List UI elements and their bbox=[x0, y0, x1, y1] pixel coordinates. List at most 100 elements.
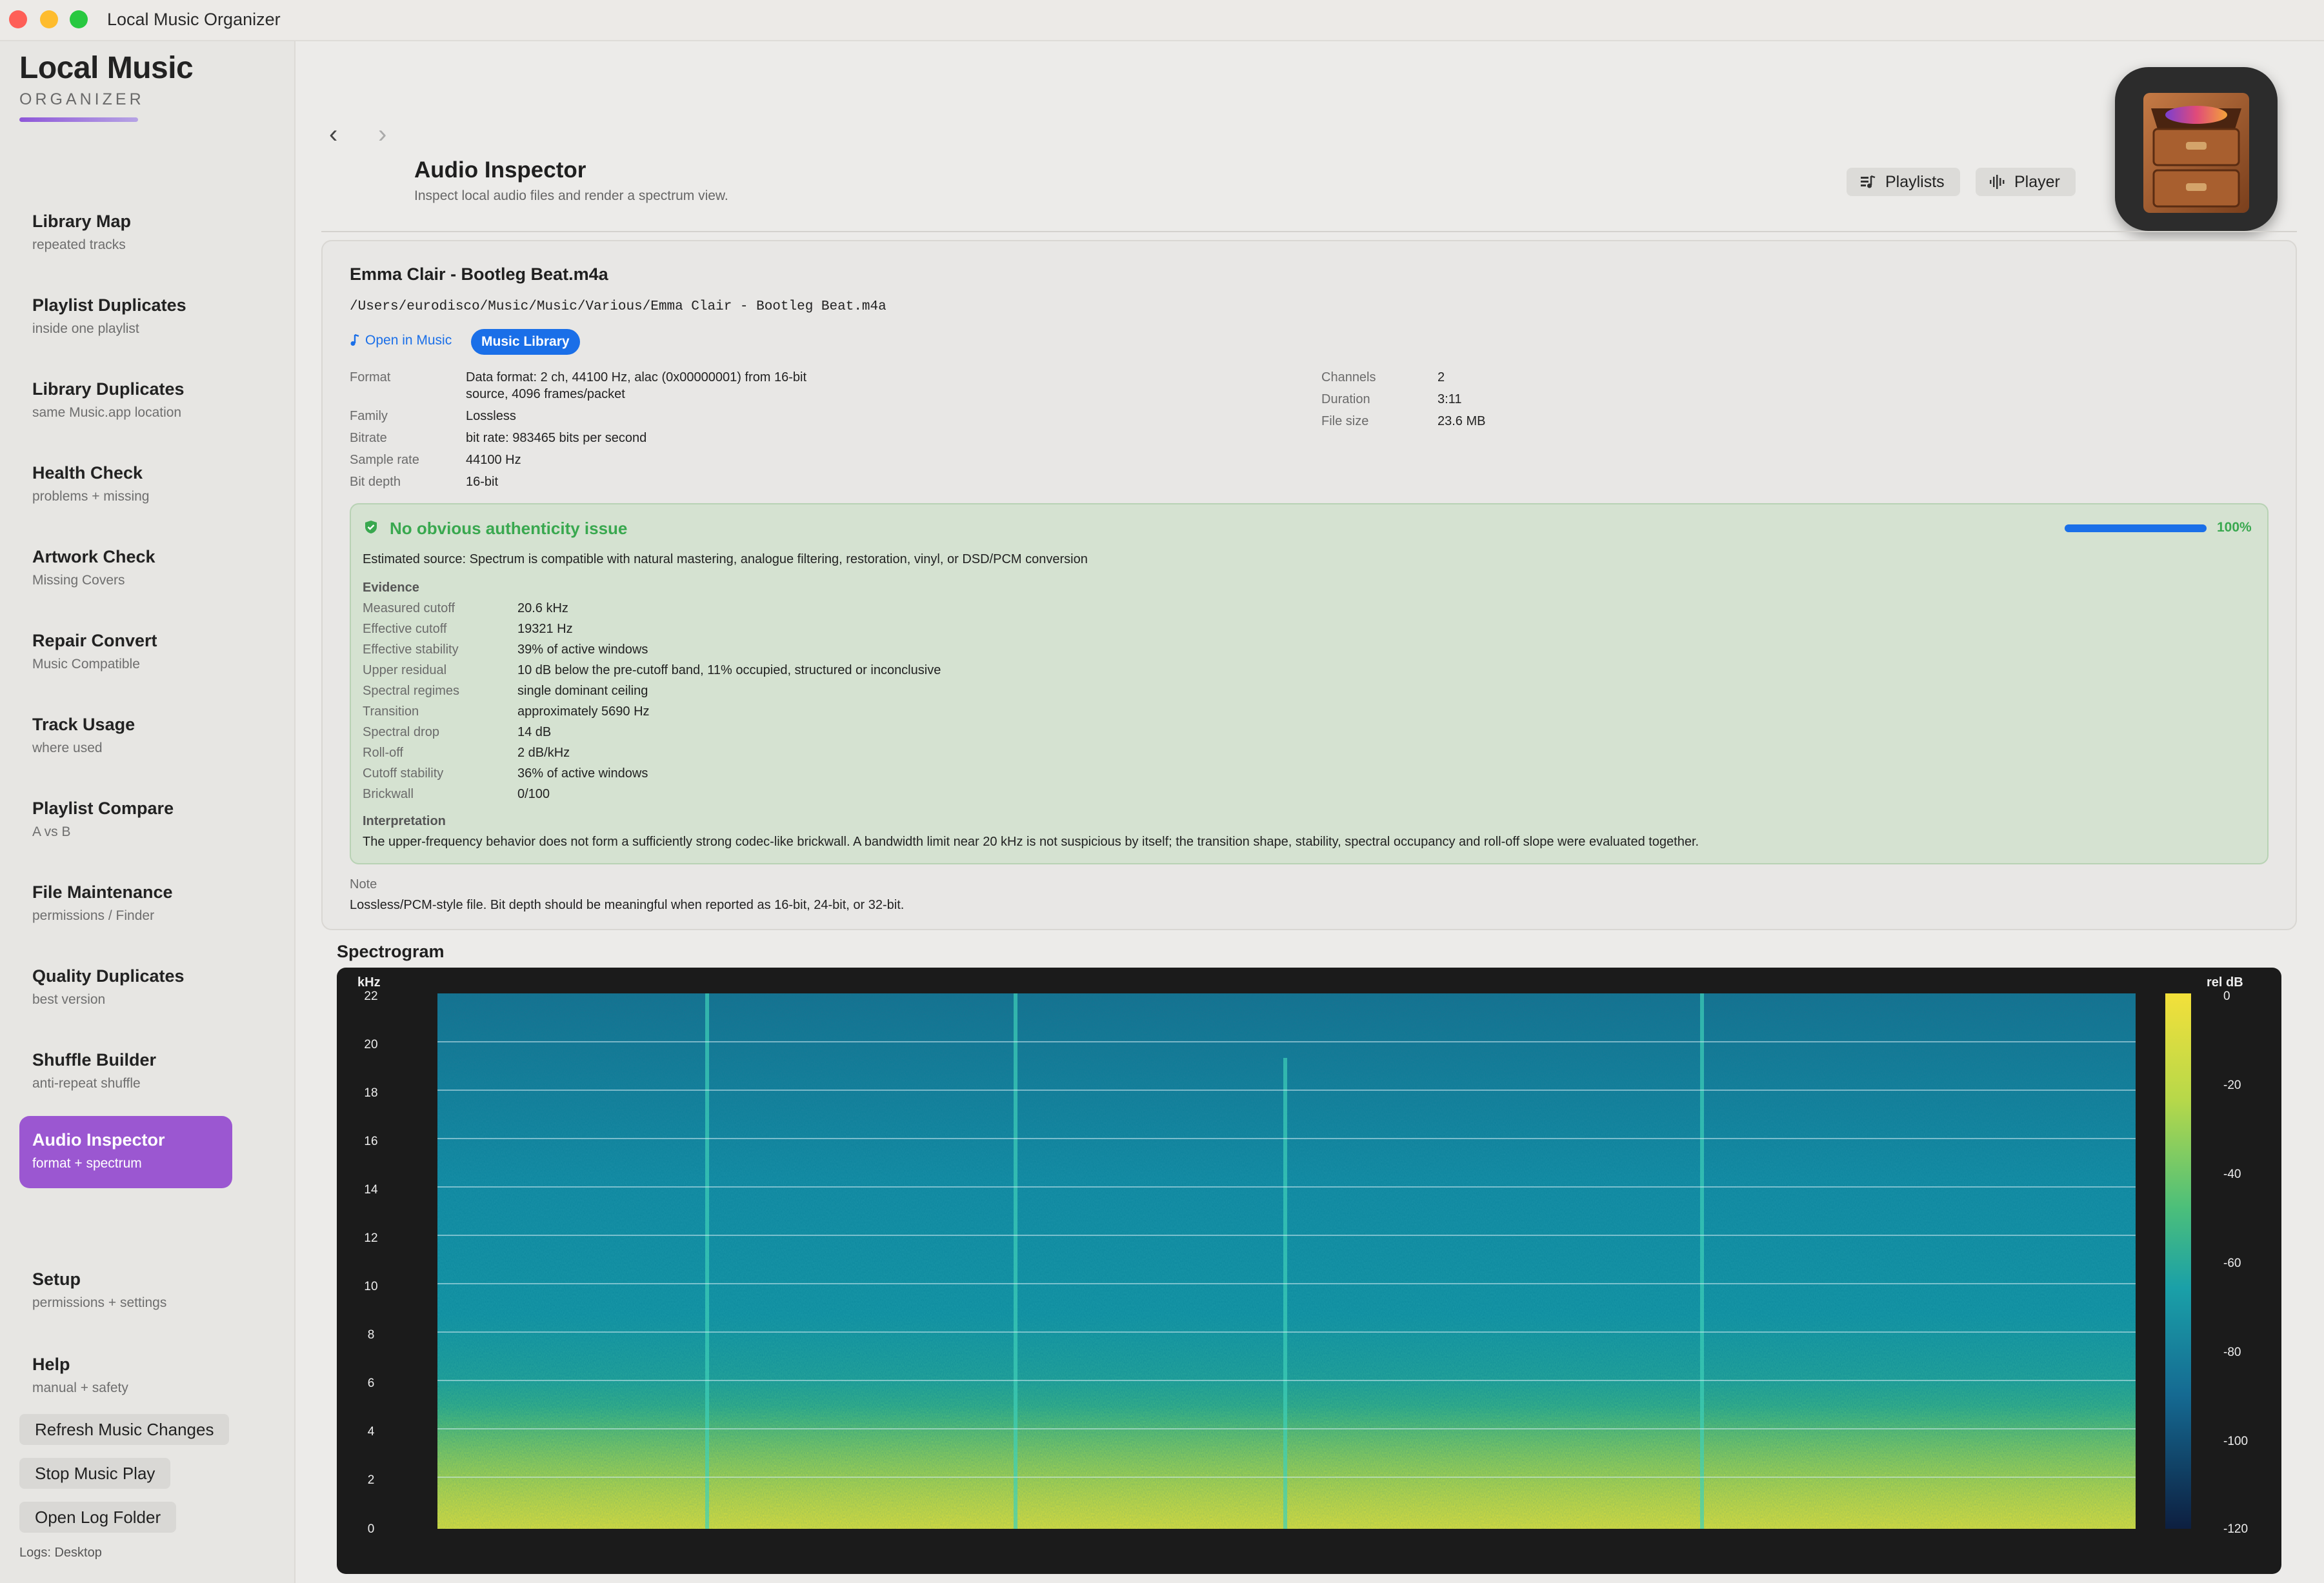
y-tick: 20 bbox=[364, 1038, 378, 1051]
open-in-music-label: Open in Music bbox=[365, 333, 452, 348]
authenticity-progress-fill bbox=[2065, 524, 2207, 532]
sidebar-item-label: Help bbox=[32, 1355, 70, 1374]
sidebar-item-track-usage[interactable]: Track Usage where used bbox=[19, 701, 232, 773]
music-library-badge[interactable]: Music Library bbox=[471, 329, 580, 355]
authenticity-title: No obvious authenticity issue bbox=[390, 519, 628, 538]
channels-value: 2 bbox=[1437, 370, 1445, 384]
evidence-key: Effective cutoff bbox=[363, 622, 447, 636]
sidebar-item-health-check[interactable]: Health Check problems + missing bbox=[19, 449, 232, 521]
app-logo-icon bbox=[2115, 67, 2278, 231]
sidebar-item-sub: manual + safety bbox=[32, 1380, 128, 1395]
sidebar-item-label: Artwork Check bbox=[32, 547, 155, 566]
sample-rate-value: 44100 Hz bbox=[466, 453, 521, 467]
y-tick: 16 bbox=[364, 1135, 378, 1148]
refresh-music-changes-button[interactable]: Refresh Music Changes bbox=[19, 1414, 230, 1445]
sidebar-item-label: Repair Convert bbox=[32, 631, 157, 650]
note-heading: Note bbox=[350, 877, 377, 891]
open-in-music-link[interactable]: Open in Music bbox=[350, 333, 452, 348]
sidebar-item-sub: repeated tracks bbox=[32, 237, 126, 252]
back-button[interactable]: ‹ bbox=[329, 120, 337, 149]
sidebar-item-library-duplicates[interactable]: Library Duplicates same Music.app locati… bbox=[19, 365, 232, 437]
colorbar-tick: -60 bbox=[2223, 1257, 2241, 1270]
sidebar-item-library-map[interactable]: Library Map repeated tracks bbox=[19, 197, 232, 270]
sidebar-item-sub: same Music.app location bbox=[32, 405, 182, 420]
evidence-key: Cutoff stability bbox=[363, 766, 444, 781]
evidence-key: Measured cutoff bbox=[363, 601, 456, 615]
spectrogram-y-unit: kHz bbox=[357, 975, 381, 990]
y-tick: 2 bbox=[367, 1473, 375, 1487]
sample-rate-label: Sample rate bbox=[350, 453, 419, 467]
format-value-line2: source, 4096 frames/packet bbox=[466, 387, 625, 401]
sidebar-item-label: Playlist Compare bbox=[32, 799, 174, 818]
sidebar-item-shuffle-builder[interactable]: Shuffle Builder anti-repeat shuffle bbox=[19, 1036, 232, 1108]
duration-value: 3:11 bbox=[1437, 392, 1462, 406]
format-label: Format bbox=[350, 370, 391, 384]
sidebar-item-sub: Missing Covers bbox=[32, 573, 125, 588]
sidebar-item-file-maintenance[interactable]: File Maintenance permissions / Finder bbox=[19, 868, 232, 941]
open-log-folder-button[interactable]: Open Log Folder bbox=[19, 1502, 177, 1533]
music-note-icon bbox=[350, 334, 359, 346]
sidebar-item-repair-convert[interactable]: Repair Convert Music Compatible bbox=[19, 617, 232, 689]
y-tick: 8 bbox=[367, 1328, 375, 1342]
sidebar-item-label: Shuffle Builder bbox=[32, 1050, 157, 1070]
window-title: Local Music Organizer bbox=[107, 10, 281, 29]
format-value-line1: Data format: 2 ch, 44100 Hz, alac (0x000… bbox=[466, 370, 807, 384]
evidence-key: Roll-off bbox=[363, 746, 403, 760]
evidence-key: Upper residual bbox=[363, 663, 447, 677]
page-subtitle: Inspect local audio files and render a s… bbox=[414, 188, 728, 203]
evidence-value: 0/100 bbox=[517, 787, 550, 801]
stop-music-play-button[interactable]: Stop Music Play bbox=[19, 1458, 171, 1489]
duration-label: Duration bbox=[1321, 392, 1370, 406]
sidebar-item-sub: A vs B bbox=[32, 824, 71, 839]
bit-depth-label: Bit depth bbox=[350, 475, 401, 489]
sidebar-item-label: Health Check bbox=[32, 463, 143, 483]
bitrate-value: bit rate: 983465 bits per second bbox=[466, 431, 647, 445]
sidebar-item-artwork-check[interactable]: Artwork Check Missing Covers bbox=[19, 533, 232, 605]
close-window-button[interactable] bbox=[9, 10, 27, 28]
evidence-key: Spectral drop bbox=[363, 725, 439, 739]
playlists-button[interactable]: Playlists bbox=[1847, 168, 1960, 196]
family-value: Lossless bbox=[466, 409, 516, 423]
evidence-key: Spectral regimes bbox=[363, 684, 460, 698]
evidence-value: 10 dB below the pre-cutoff band, 11% occ… bbox=[517, 663, 941, 677]
waveform-icon bbox=[1990, 175, 2005, 189]
colorbar-unit: rel dB bbox=[2207, 975, 2243, 990]
sidebar-item-label: File Maintenance bbox=[32, 882, 173, 902]
sidebar-item-label: Library Duplicates bbox=[32, 379, 185, 399]
evidence-key: Brickwall bbox=[363, 787, 414, 801]
sidebar-item-audio-inspector[interactable]: Audio Inspector format + spectrum bbox=[19, 1116, 232, 1188]
sidebar-item-sub: format + spectrum bbox=[32, 1156, 142, 1171]
sidebar-item-label: Library Map bbox=[32, 212, 132, 231]
evidence-value: 14 dB bbox=[517, 725, 552, 739]
sidebar-item-label: Track Usage bbox=[32, 715, 135, 734]
evidence-key: Transition bbox=[363, 704, 419, 719]
colorbar-tick: -80 bbox=[2223, 1346, 2241, 1359]
sidebar-item-sub: anti-repeat shuffle bbox=[32, 1076, 141, 1091]
playlists-button-label: Playlists bbox=[1885, 173, 1945, 191]
bitrate-label: Bitrate bbox=[350, 431, 387, 445]
sidebar-item-label: Playlist Duplicates bbox=[32, 295, 186, 315]
evidence-value: approximately 5690 Hz bbox=[517, 704, 650, 719]
brand-underline bbox=[19, 117, 138, 122]
spectrogram-title: Spectrogram bbox=[337, 942, 445, 961]
shield-check-icon bbox=[365, 521, 377, 533]
sidebar-item-help[interactable]: Help manual + safety bbox=[19, 1340, 232, 1413]
y-tick: 12 bbox=[364, 1231, 378, 1245]
minimize-window-button[interactable] bbox=[40, 10, 58, 28]
forward-button[interactable]: › bbox=[378, 120, 386, 149]
evidence-value: single dominant ceiling bbox=[517, 684, 648, 698]
sidebar-item-playlist-compare[interactable]: Playlist Compare A vs B bbox=[19, 784, 232, 857]
sidebar-item-quality-duplicates[interactable]: Quality Duplicates best version bbox=[19, 952, 232, 1024]
colorbar-tick: -40 bbox=[2223, 1168, 2241, 1181]
note-text: Lossless/PCM-style file. Bit depth shoul… bbox=[350, 898, 905, 912]
playlist-icon bbox=[1861, 175, 1876, 188]
sidebar-item-sub: best version bbox=[32, 992, 106, 1007]
interpretation-text: The upper-frequency behavior does not fo… bbox=[363, 835, 1699, 849]
sidebar-item-setup[interactable]: Setup permissions + settings bbox=[19, 1255, 232, 1328]
sidebar-item-playlist-duplicates[interactable]: Playlist Duplicates inside one playlist bbox=[19, 281, 232, 353]
player-button[interactable]: Player bbox=[1976, 168, 2076, 196]
y-tick: 0 bbox=[367, 1522, 375, 1536]
y-tick: 6 bbox=[367, 1377, 375, 1390]
zoom-window-button[interactable] bbox=[70, 10, 88, 28]
header-divider bbox=[321, 231, 2297, 232]
